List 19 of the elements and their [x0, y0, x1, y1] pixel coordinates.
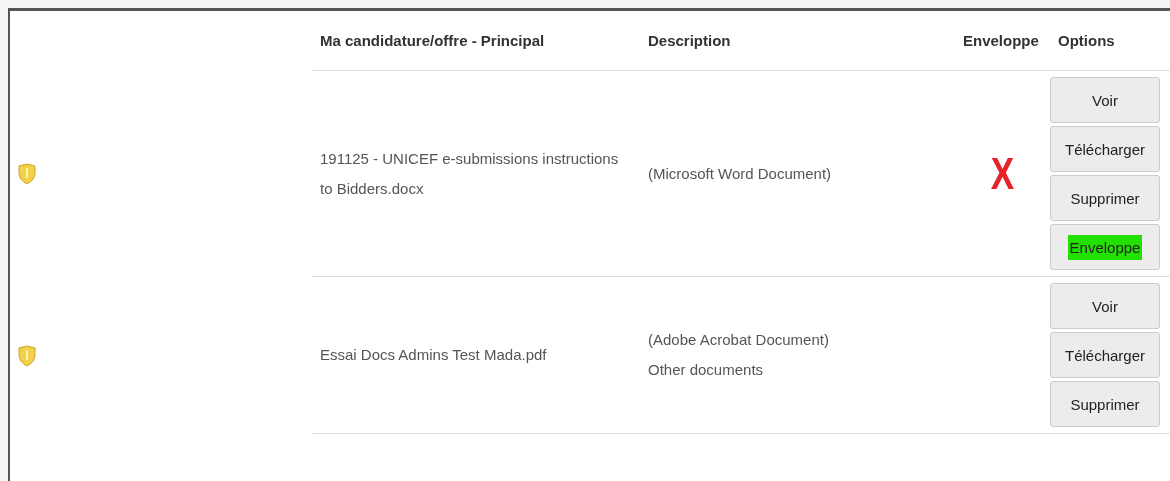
option-button[interactable]: Supprimer	[1050, 175, 1160, 221]
column-header: Description	[647, 32, 731, 49]
file-name: 191125 - UNICEF e-submissions instructions to Bidders.docx	[319, 148, 620, 199]
column-header: Ma candidature/offre - Principal	[319, 32, 545, 49]
option-button[interactable]: Voir	[1050, 283, 1160, 329]
description-text: (Microsoft Word Document)	[648, 163, 832, 184]
missing-mark: X	[989, 158, 1016, 189]
option-button[interactable]: Supprimer	[1050, 381, 1160, 427]
option-button[interactable]: Télécharger	[1050, 332, 1160, 378]
column-header: Enveloppe	[962, 32, 1039, 49]
option-button[interactable]: Télécharger	[1050, 126, 1160, 172]
description-text: Other documents	[648, 360, 765, 380]
column-header: Options	[1057, 32, 1115, 49]
shield-icon	[18, 344, 36, 367]
option-button[interactable]: Enveloppe	[1050, 224, 1160, 270]
file-name: Essai Docs Admins Test Mada.pdf	[319, 345, 548, 365]
description-text: (Adobe Acrobat Document)	[648, 330, 829, 350]
shield-icon	[18, 163, 36, 185]
option-button[interactable]: Voir	[1050, 77, 1160, 123]
